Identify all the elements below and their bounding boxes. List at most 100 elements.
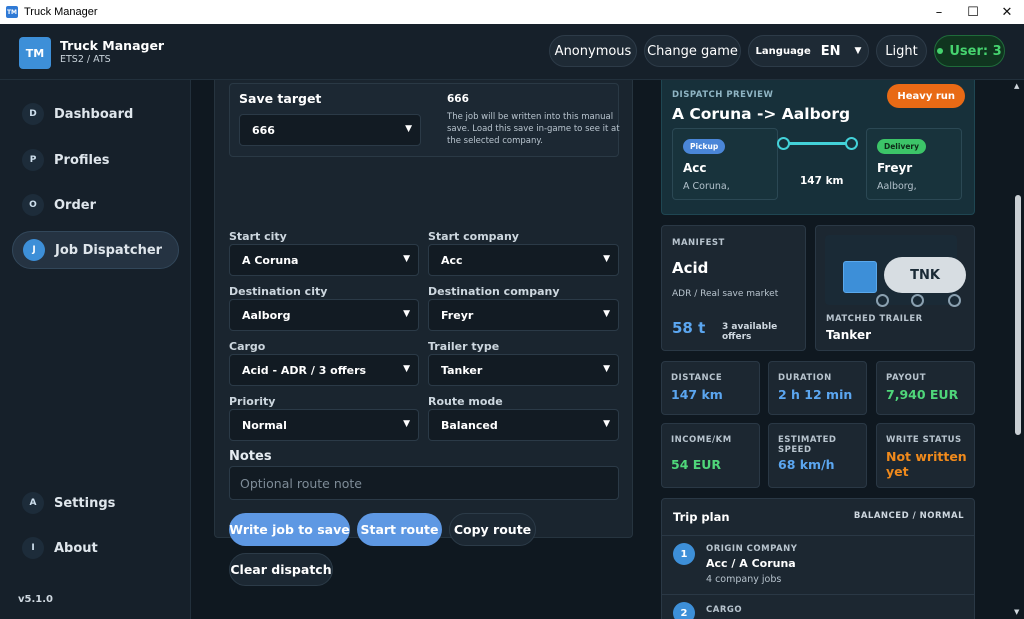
step-sub: 4 company jobs bbox=[706, 574, 782, 585]
divider bbox=[662, 594, 974, 595]
app-version: v5.1.0 bbox=[18, 594, 53, 605]
user-badge[interactable]: User: 3 bbox=[934, 35, 1005, 67]
chevron-down-icon: ▼ bbox=[854, 46, 862, 56]
window-titlebar: TM Truck Manager – ☐ ✕ bbox=[0, 0, 1024, 24]
chevron-down-icon: ▼ bbox=[403, 364, 410, 374]
destination-company-value: Freyr bbox=[441, 308, 474, 322]
income-label: INCOME/KM bbox=[671, 435, 732, 445]
save-target-box: Save target 666 ▼ 666 The job will be wr… bbox=[229, 83, 620, 157]
main-content: Save target 666 ▼ 666 The job will be wr… bbox=[191, 80, 1024, 619]
start-route-button[interactable]: Start route bbox=[357, 513, 442, 546]
scroll-up-icon[interactable]: ▲ bbox=[1014, 82, 1019, 90]
step-label: ORIGIN COMPANY bbox=[706, 544, 798, 554]
wheel-icon bbox=[948, 294, 961, 307]
user-badge-label: User: 3 bbox=[949, 43, 1002, 59]
write-status-stat: WRITE STATUS Not written yet bbox=[876, 423, 975, 488]
change-game-button[interactable]: Change game bbox=[644, 35, 741, 67]
clear-dispatch-button[interactable]: Clear dispatch bbox=[229, 553, 333, 586]
sidebar-item-job-dispatcher[interactable]: J Job Dispatcher bbox=[12, 231, 179, 269]
dispatch-preview-label: DISPATCH PREVIEW bbox=[672, 90, 774, 100]
notes-input[interactable]: Optional route note bbox=[229, 466, 619, 500]
app-name: Truck Manager bbox=[60, 38, 165, 53]
language-select[interactable]: Language EN ▼ bbox=[748, 35, 869, 67]
scrollbar[interactable]: ▲ ▼ bbox=[1013, 80, 1024, 619]
start-city-label: Start city bbox=[229, 230, 287, 243]
route-mode-value: Balanced bbox=[441, 418, 498, 432]
tanker-icon: TNK bbox=[884, 257, 966, 293]
chevron-down-icon: ▼ bbox=[405, 124, 412, 134]
route-distance: 147 km bbox=[800, 175, 844, 187]
matched-trailer-value: Tanker bbox=[826, 328, 871, 342]
chevron-down-icon: ▼ bbox=[603, 419, 610, 429]
minimize-button[interactable]: – bbox=[922, 0, 956, 24]
delivery-city: Aalborg, bbox=[877, 181, 917, 192]
maximize-button[interactable]: ☐ bbox=[956, 0, 990, 24]
destination-company-select[interactable]: Freyr ▼ bbox=[428, 299, 619, 331]
scroll-down-icon[interactable]: ▼ bbox=[1014, 608, 1019, 616]
duration-stat: DURATION 2 h 12 min bbox=[768, 361, 867, 415]
write-status-label: WRITE STATUS bbox=[886, 435, 962, 445]
manifest-offers: 3 available offers bbox=[722, 322, 778, 342]
matched-trailer-card: TNK MATCHED TRAILER Tanker bbox=[815, 225, 975, 351]
manifest-label: MANIFEST bbox=[672, 238, 725, 248]
priority-value: Normal bbox=[242, 418, 287, 432]
order-icon: O bbox=[22, 194, 44, 216]
payout-value: 7,940 EUR bbox=[886, 387, 959, 402]
speed-label: ESTIMATED SPEED bbox=[778, 435, 837, 455]
trip-plan-mode: BALANCED / NORMAL bbox=[853, 511, 964, 521]
sidebar-item-about[interactable]: I About bbox=[12, 529, 179, 567]
save-target-label: Save target bbox=[239, 91, 322, 106]
profile-button[interactable]: Anonymous bbox=[549, 35, 637, 67]
income-stat: INCOME/KM 54 EUR bbox=[661, 423, 760, 488]
sidebar-item-dashboard[interactable]: D Dashboard bbox=[12, 95, 179, 133]
tanker-illustration: TNK bbox=[825, 235, 966, 307]
duration-label: DURATION bbox=[778, 373, 832, 383]
save-number: 666 bbox=[447, 93, 469, 105]
language-value: EN bbox=[820, 43, 841, 59]
sidebar-item-label: Settings bbox=[54, 495, 116, 511]
pickup-company: Acc bbox=[683, 161, 707, 175]
start-company-select[interactable]: Acc ▼ bbox=[428, 244, 619, 276]
chevron-down-icon: ▼ bbox=[603, 309, 610, 319]
app-icon: TM bbox=[6, 6, 18, 18]
step-number-icon: 2 bbox=[673, 602, 695, 619]
priority-select[interactable]: Normal ▼ bbox=[229, 409, 419, 441]
start-company-label: Start company bbox=[428, 230, 519, 243]
save-target-select[interactable]: 666 ▼ bbox=[239, 114, 421, 146]
scrollbar-thumb[interactable] bbox=[1015, 195, 1021, 435]
sidebar-item-label: About bbox=[54, 540, 98, 556]
start-city-select[interactable]: A Coruna ▼ bbox=[229, 244, 419, 276]
about-icon: I bbox=[22, 537, 44, 559]
distance-value: 147 km bbox=[671, 387, 723, 402]
speed-stat: ESTIMATED SPEED 68 km/h bbox=[768, 423, 867, 488]
save-target-value: 666 bbox=[252, 123, 275, 137]
write-job-button[interactable]: Write job to save bbox=[229, 513, 350, 546]
close-button[interactable]: ✕ bbox=[990, 0, 1024, 24]
sidebar-item-profiles[interactable]: P Profiles bbox=[12, 141, 179, 179]
route-start-node-icon bbox=[777, 137, 790, 150]
cargo-select[interactable]: Acid - ADR / 3 offers ▼ bbox=[229, 354, 419, 386]
cargo-label: Cargo bbox=[229, 340, 266, 353]
trailer-type-select[interactable]: Tanker ▼ bbox=[428, 354, 619, 386]
destination-city-select[interactable]: Aalborg ▼ bbox=[229, 299, 419, 331]
chevron-down-icon: ▼ bbox=[603, 364, 610, 374]
job-dispatcher-icon: J bbox=[23, 239, 45, 261]
delivery-card: Delivery Freyr Aalborg, bbox=[866, 128, 962, 200]
status-dot-icon bbox=[937, 48, 944, 54]
route-mode-select[interactable]: Balanced ▼ bbox=[428, 409, 619, 441]
sidebar-item-order[interactable]: O Order bbox=[12, 186, 179, 224]
dispatch-preview-card: DISPATCH PREVIEW A Coruna -> Aalborg Hea… bbox=[661, 80, 975, 215]
priority-label: Priority bbox=[229, 395, 276, 408]
notes-label: Notes bbox=[229, 449, 272, 464]
destination-city-value: Aalborg bbox=[242, 308, 291, 322]
app-header: TM Truck Manager ETS2 / ATS Anonymous Ch… bbox=[0, 24, 1024, 80]
divider bbox=[662, 535, 974, 536]
theme-toggle-button[interactable]: Light bbox=[876, 35, 927, 67]
payout-stat: PAYOUT 7,940 EUR bbox=[876, 361, 975, 415]
manifest-cargo: Acid bbox=[672, 259, 709, 277]
heavy-run-badge: Heavy run bbox=[887, 84, 965, 108]
start-city-value: A Coruna bbox=[242, 253, 299, 267]
copy-route-button[interactable]: Copy route bbox=[449, 513, 536, 546]
sidebar-item-settings[interactable]: A Settings bbox=[12, 484, 179, 522]
pickup-card: Pickup Acc A Coruna, bbox=[672, 128, 778, 200]
